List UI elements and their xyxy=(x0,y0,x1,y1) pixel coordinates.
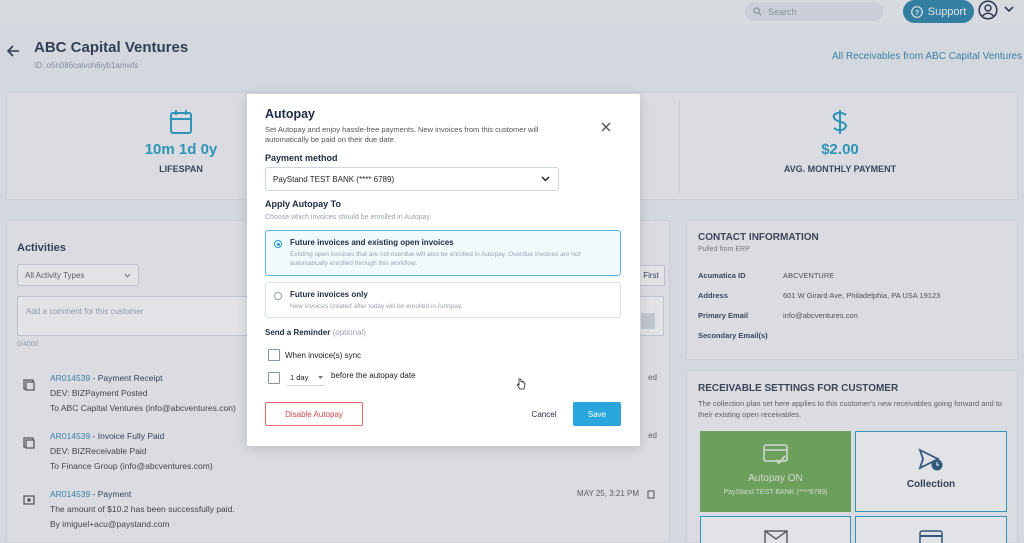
when-sync-label: When invoice(s) sync xyxy=(285,351,362,360)
save-button[interactable]: Save xyxy=(573,402,621,426)
autopay-modal: Autopay Set Autopay and enjoy hassle-fre… xyxy=(247,94,640,446)
days-before-value: 1 day xyxy=(290,373,309,382)
option-future-and-existing[interactable]: Future invoices and existing open invoic… xyxy=(265,230,621,276)
caret-down-icon xyxy=(318,375,323,379)
chevron-down-icon xyxy=(541,176,550,182)
disable-autopay-button[interactable]: Disable Autopay xyxy=(265,402,363,426)
days-before-checkbox[interactable] xyxy=(268,372,280,384)
reminder-label: Send a Reminder (optional) xyxy=(265,328,366,337)
option-description: New invoices created after today will be… xyxy=(290,303,463,310)
payment-method-value: PayStand TEST BANK (**** 6789) xyxy=(273,174,395,184)
radio-button[interactable] xyxy=(274,240,282,248)
option-future-only[interactable]: Future invoices only New invoices create… xyxy=(265,282,621,318)
option-title: Future invoices and existing open invoic… xyxy=(290,238,454,247)
reminder-label-text: Send a Reminder xyxy=(265,328,331,337)
cancel-button[interactable]: Cancel xyxy=(528,402,560,426)
when-sync-checkbox[interactable] xyxy=(268,349,280,361)
modal-subtitle: Set Autopay and enjoy hassle-free paymen… xyxy=(265,125,539,144)
option-title: Future invoices only xyxy=(290,290,368,299)
hand-cursor-icon xyxy=(516,378,526,390)
modal-title: Autopay xyxy=(265,107,315,121)
days-before-select[interactable]: 1 day xyxy=(287,370,325,386)
before-autopay-label: before the autopay date xyxy=(331,371,416,380)
option-description: Existing open invoices that are not over… xyxy=(290,251,581,267)
payment-method-select[interactable]: PayStand TEST BANK (**** 6789) xyxy=(265,167,559,191)
close-icon[interactable] xyxy=(599,120,613,134)
apply-autopay-label: Apply Autopay To xyxy=(265,199,341,209)
payment-method-label: Payment method xyxy=(265,153,338,163)
apply-autopay-hint: Choose which invoices should be enrolled… xyxy=(265,214,432,221)
optional-tag: (optional) xyxy=(332,328,366,337)
radio-button[interactable] xyxy=(274,292,282,300)
